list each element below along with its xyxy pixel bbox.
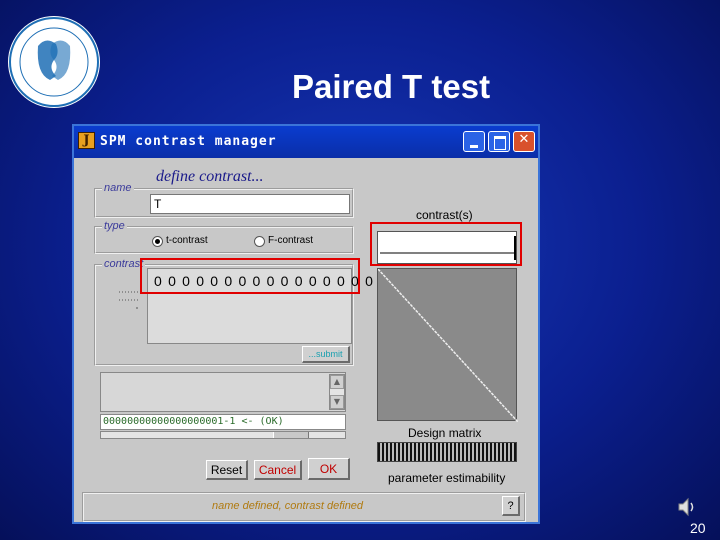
- f-contrast-radio[interactable]: [254, 236, 265, 247]
- contrast-list[interactable]: [100, 372, 346, 412]
- type-group: [94, 226, 354, 254]
- define-contrast-heading: define contrast...: [156, 168, 264, 185]
- page-number: 20: [690, 520, 706, 536]
- t-contrast-radio[interactable]: [152, 236, 163, 247]
- list-scrollbar[interactable]: ▲ ▼: [329, 374, 345, 410]
- minimize-button[interactable]: [463, 131, 485, 152]
- window-title-bar[interactable]: J SPM contrast manager ✕: [74, 126, 538, 158]
- f-contrast-label: F-contrast: [268, 235, 314, 246]
- window-title: SPM contrast manager: [100, 134, 277, 149]
- close-icon: ✕: [518, 132, 530, 147]
- estimability-label: parameter estimability: [388, 471, 506, 485]
- design-matrix-display: [377, 268, 519, 423]
- speaker-icon[interactable]: [676, 496, 698, 523]
- app-icon: J: [78, 132, 95, 149]
- scroll-thumb[interactable]: [273, 432, 309, 438]
- submit-button[interactable]: ...submit: [302, 346, 350, 363]
- t-contrast-label: t-contrast: [166, 235, 208, 246]
- contrast-label: contrast: [102, 258, 146, 270]
- design-matrix-label: Design matrix: [408, 426, 482, 440]
- scroll-up-icon[interactable]: ▲: [330, 375, 344, 389]
- close-button[interactable]: ✕: [513, 131, 535, 152]
- name-input[interactable]: T: [150, 194, 350, 214]
- name-label: name: [102, 182, 134, 194]
- scroll-down-icon[interactable]: ▼: [330, 395, 344, 409]
- contrasts-label: contrast(s): [416, 208, 473, 222]
- reset-button[interactable]: Reset: [206, 460, 248, 480]
- contrast-manager-window: J SPM contrast manager ✕ define contrast…: [72, 124, 540, 524]
- maximize-button[interactable]: [488, 131, 510, 152]
- horizontal-scrollbar[interactable]: [100, 431, 346, 439]
- contrast-display-highlight: [370, 222, 522, 266]
- contrast-status-line: 00000000000000000001-1 <- (OK): [100, 414, 346, 430]
- status-message: name defined, contrast defined: [212, 500, 364, 512]
- help-button[interactable]: ?: [502, 496, 520, 516]
- contrast-vector-highlight: [140, 258, 360, 294]
- parameter-estimability-bar: [377, 442, 517, 462]
- slide-title: Paired T test: [292, 68, 491, 105]
- type-label: type: [102, 220, 127, 232]
- ok-button[interactable]: OK: [308, 458, 350, 480]
- cancel-button[interactable]: Cancel: [254, 460, 302, 480]
- logo-icon: [8, 16, 100, 108]
